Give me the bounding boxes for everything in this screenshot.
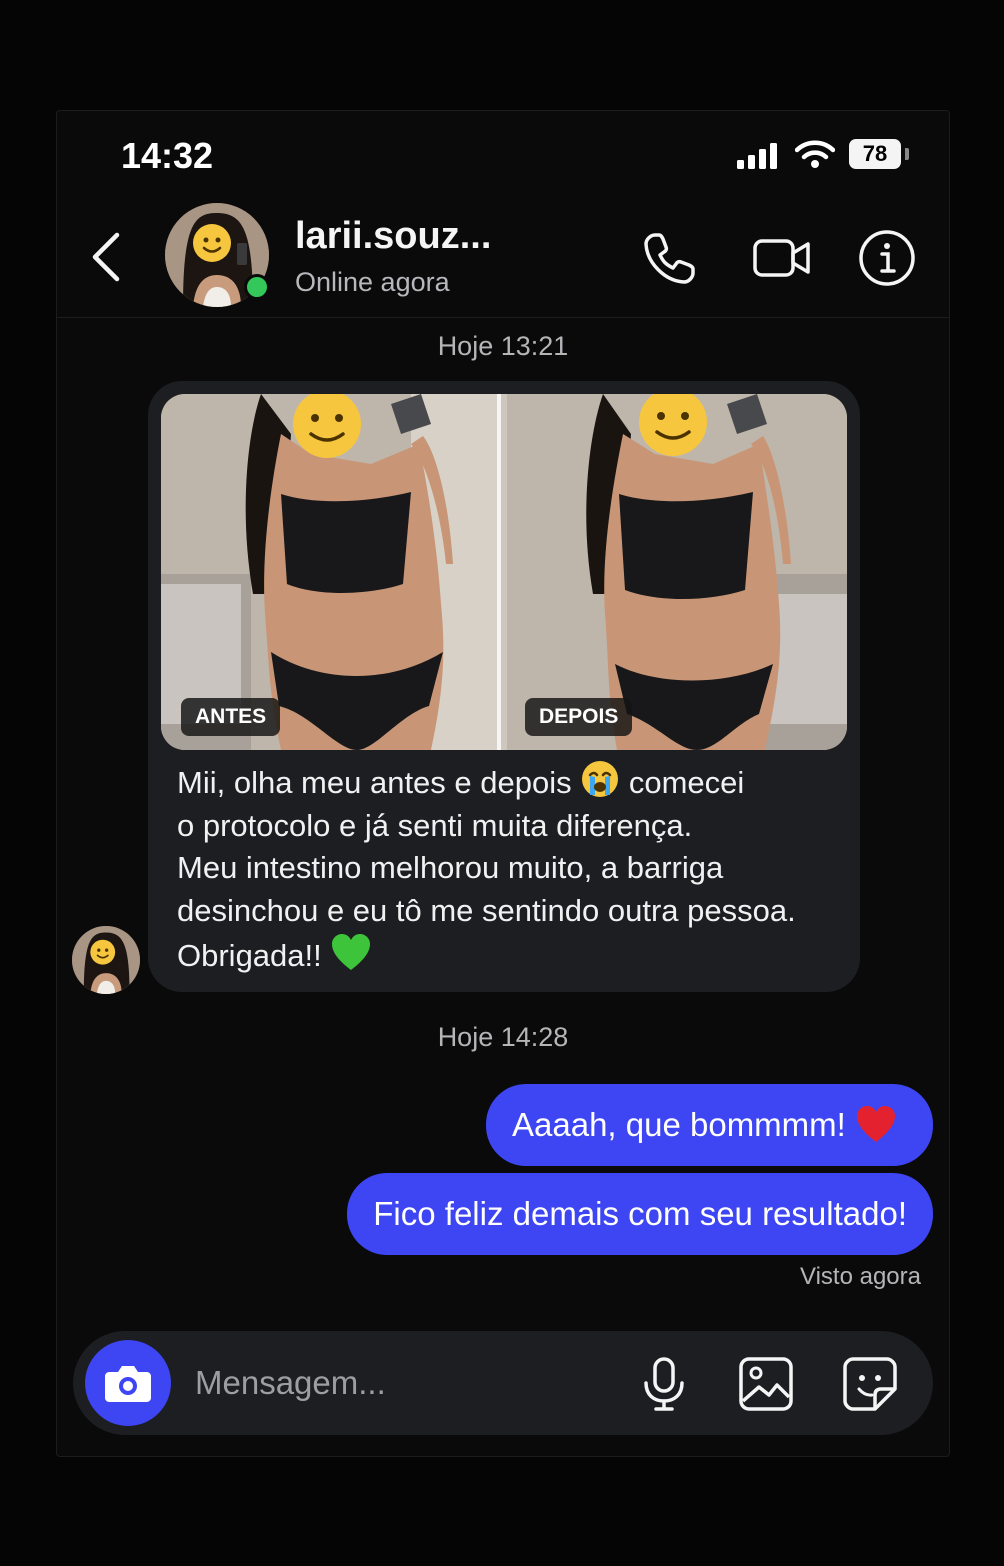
crying-face-emoji — [582, 761, 619, 797]
phone-icon[interactable] — [639, 227, 701, 289]
chat-header: larii.souz... Online agora — [57, 199, 949, 318]
back-arrow-icon[interactable] — [85, 229, 129, 285]
video-camera-icon[interactable] — [751, 227, 813, 289]
after-label: DEPOIS — [525, 698, 633, 736]
timestamp: Hoje 14:28 — [437, 1022, 569, 1052]
wifi-icon — [795, 140, 835, 168]
microphone-icon[interactable] — [635, 1355, 693, 1413]
status-bar: 14:32 78 — [57, 111, 949, 199]
presence-status: Online agora — [295, 267, 450, 297]
online-status-dot — [244, 274, 270, 300]
before-label: ANTES — [181, 698, 281, 736]
camera-button[interactable] — [85, 1340, 171, 1426]
battery-nub — [905, 148, 909, 160]
message-input[interactable] — [195, 1361, 575, 1405]
sender-avatar[interactable] — [72, 926, 140, 994]
after-photo[interactable]: DEPOIS — [507, 394, 847, 750]
camera-icon — [105, 1366, 151, 1402]
message-text-line: Mii, olha meu antes e depois — [177, 765, 581, 800]
message-composer — [73, 1331, 933, 1435]
info-icon[interactable] — [856, 227, 918, 289]
clock: 14:32 — [121, 135, 214, 176]
message-text-line: comecei — [620, 765, 745, 800]
green-heart-emoji — [332, 934, 371, 970]
outgoing-message[interactable]: Aaaah, que bommmm! — [486, 1084, 933, 1166]
message-text-body: o protocolo e já senti muita diferença. … — [177, 807, 796, 974]
outgoing-message-text: Aaaah, que bommmm! — [512, 1106, 855, 1143]
outgoing-message[interactable]: Fico feliz demais com seu resultado! — [347, 1173, 933, 1255]
red-heart-emoji — [857, 1106, 895, 1142]
battery-level: 78 — [849, 139, 901, 169]
signal-icon — [737, 143, 777, 169]
chat-screen: 14:32 78 larii.souz... Online agora Hoje… — [56, 110, 950, 1457]
sticker-icon[interactable] — [841, 1355, 899, 1413]
incoming-message[interactable]: ANTES DEPOIS Mii, olha meu antes e depoi… — [148, 381, 860, 992]
incoming-message-text: Mii, olha meu antes e depois comecei o p… — [177, 759, 847, 978]
before-photo[interactable]: ANTES — [161, 394, 501, 750]
read-receipt: Visto agora — [800, 1263, 921, 1290]
timestamp: Hoje 13:21 — [437, 331, 569, 361]
contact-username[interactable]: larii.souz... — [295, 215, 491, 258]
image-icon[interactable] — [737, 1355, 795, 1413]
before-after-photo[interactable]: ANTES DEPOIS — [161, 394, 847, 750]
